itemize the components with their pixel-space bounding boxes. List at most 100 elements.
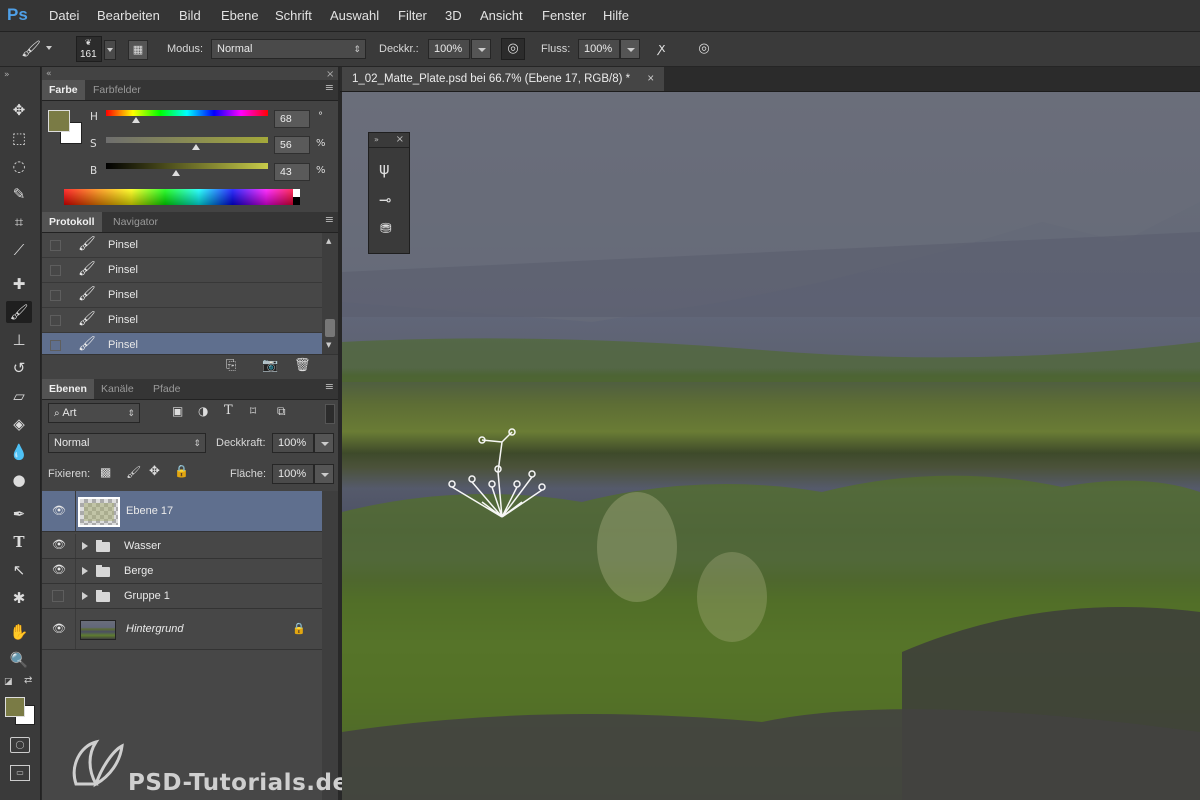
menu-auswahl[interactable]: Auswahl <box>330 0 379 31</box>
brush-size-box[interactable]: ❦ 161 <box>76 36 102 62</box>
tab-navigator[interactable]: Navigator <box>106 212 165 232</box>
shape-tool-icon[interactable]: ✱ <box>6 587 32 609</box>
layers-scrollbar[interactable] <box>322 491 338 800</box>
new-document-from-state-icon[interactable]: ⎘ <box>226 358 236 373</box>
eye-icon[interactable]: 👁 <box>52 564 66 576</box>
h-value-field[interactable]: 68 <box>274 110 310 128</box>
layer-opacity-field[interactable]: 100% <box>272 433 314 453</box>
lock-all-icon[interactable]: 🔒 <box>174 464 189 478</box>
filter-adjustment-icon[interactable]: ◑ <box>198 404 208 418</box>
eyedropper-tool-icon[interactable]: ⟋ <box>6 239 32 261</box>
collapse-arrows-icon[interactable]: » <box>4 70 10 80</box>
expand-triangle-icon[interactable] <box>82 542 88 550</box>
menu-datei[interactable]: Datei <box>49 0 79 31</box>
tab-farbfelder[interactable]: Farbfelder <box>86 80 148 100</box>
history-item[interactable]: 🖌 Pinsel <box>42 233 322 258</box>
quick-selection-tool-icon[interactable]: ✎ <box>6 183 32 205</box>
layer-row[interactable]: 👁 Hintergrund 🔒 <box>42 609 322 650</box>
filter-type-icon[interactable]: T <box>224 403 233 418</box>
menu-fenster[interactable]: Fenster <box>542 0 586 31</box>
screen-mode-icon[interactable]: ▭ <box>10 765 30 781</box>
opacity-dropdown[interactable] <box>471 39 491 59</box>
lasso-tool-icon[interactable]: ◌ <box>6 155 32 177</box>
menu-ansicht[interactable]: Ansicht <box>480 0 523 31</box>
layer-filter-select[interactable]: ⌕ Art ⇕ <box>48 403 140 423</box>
layer-opacity-dropdown[interactable] <box>314 433 334 453</box>
foreground-color-swatch[interactable] <box>48 110 70 132</box>
collapse-arrows-icon[interactable]: » <box>374 135 379 144</box>
b-value-field[interactable]: 43 <box>274 163 310 181</box>
trash-icon[interactable]: 🗑 <box>294 358 311 373</box>
filter-pixel-icon[interactable]: ▣ <box>172 404 183 418</box>
s-value-field[interactable]: 56 <box>274 136 310 154</box>
layer-row[interactable]: 👁 Wasser <box>42 534 322 559</box>
brush-size-dropdown[interactable] <box>104 40 116 60</box>
flow-field[interactable]: 100% <box>578 39 620 59</box>
dodge-tool-icon[interactable]: ● <box>6 469 32 491</box>
eye-icon[interactable]: 👁 <box>52 505 66 517</box>
brightness-slider[interactable] <box>106 163 268 169</box>
history-scrollbar[interactable]: ▲ ▼ <box>322 233 338 354</box>
menu-ebene[interactable]: Ebene <box>221 0 259 31</box>
brush-preset-icon[interactable]: 🖌 <box>20 38 42 60</box>
close-icon[interactable]: × <box>326 69 334 80</box>
scroll-down-icon[interactable]: ▼ <box>326 341 331 349</box>
close-icon[interactable]: × <box>647 73 654 85</box>
fill-dropdown[interactable] <box>314 464 334 484</box>
eye-icon[interactable]: 👁 <box>52 539 66 551</box>
history-item[interactable]: 🖌 Pinsel <box>42 283 322 308</box>
black-swatch[interactable] <box>293 197 300 205</box>
collapse-arrows-icon[interactable]: « <box>46 69 52 79</box>
clone-source-icon[interactable]: ⛃ <box>380 221 392 237</box>
saturation-slider-thumb[interactable] <box>192 144 200 150</box>
airbrush-icon[interactable]: ꭗ <box>651 39 673 59</box>
lock-image-icon[interactable]: 🖌 <box>126 465 141 479</box>
pen-tool-icon[interactable]: ✒ <box>6 503 32 525</box>
snapshot-source-checkbox[interactable] <box>50 265 61 276</box>
tab-ebenen[interactable]: Ebenen <box>42 379 94 399</box>
move-tool-icon[interactable]: ✥ <box>6 99 32 121</box>
hue-slider-thumb[interactable] <box>132 117 140 123</box>
menu-hilfe[interactable]: Hilfe <box>603 0 629 31</box>
mode-select[interactable]: Normal ⇕ <box>211 39 366 59</box>
fill-field[interactable]: 100% <box>272 464 314 484</box>
tab-kanaele[interactable]: Kanäle <box>94 379 141 399</box>
type-tool-icon[interactable]: T <box>6 531 32 553</box>
filter-shape-icon[interactable]: ⌑ <box>250 404 256 418</box>
snapshot-source-checkbox[interactable] <box>50 315 61 326</box>
menu-bearbeiten[interactable]: Bearbeiten <box>97 0 160 31</box>
scroll-thumb[interactable] <box>325 319 335 337</box>
eye-icon[interactable]: 👁 <box>52 623 66 635</box>
snapshot-source-checkbox[interactable] <box>50 240 61 251</box>
menu-3d[interactable]: 3D <box>445 0 462 31</box>
tab-pfade[interactable]: Pfade <box>146 379 187 399</box>
layer-row[interactable]: 👁 Berge <box>42 559 322 584</box>
tab-farbe[interactable]: Farbe <box>42 80 85 100</box>
hand-tool-icon[interactable]: ✋ <box>6 621 32 643</box>
color-ramp[interactable] <box>64 189 300 205</box>
expand-triangle-icon[interactable] <box>82 592 88 600</box>
paint-bucket-tool-icon[interactable]: ◈ <box>6 413 32 435</box>
stamp-tool-icon[interactable]: ⊥ <box>6 329 32 351</box>
brush-presets-icon[interactable]: ψ <box>379 159 390 178</box>
filter-smart-object-icon[interactable]: ⧉ <box>277 404 286 419</box>
swap-colors-icon[interactable]: ⇄ <box>24 675 32 686</box>
brush-panel-toggle-icon[interactable]: ▦ <box>128 40 148 60</box>
white-swatch[interactable] <box>293 189 300 197</box>
snapshot-source-checkbox[interactable] <box>50 290 61 301</box>
blend-mode-select[interactable]: Normal ⇕ <box>48 433 206 453</box>
layer-row[interactable]: Gruppe 1 <box>42 584 322 609</box>
lock-transparent-icon[interactable]: ▩ <box>100 465 111 479</box>
lock-position-icon[interactable]: ✥ <box>149 464 160 479</box>
zoom-tool-icon[interactable]: 🔍 <box>6 649 32 671</box>
document-canvas[interactable] <box>342 92 1200 800</box>
quick-mask-icon[interactable]: ◯ <box>10 737 30 753</box>
flow-dropdown[interactable] <box>620 39 640 59</box>
path-selection-tool-icon[interactable]: ↖ <box>6 559 32 581</box>
opacity-field[interactable]: 100% <box>428 39 470 59</box>
chevron-down-icon[interactable] <box>46 46 52 50</box>
document-tab[interactable]: 1_02_Matte_Plate.psd bei 66.7% (Ebene 17… <box>342 67 665 91</box>
saturation-slider[interactable] <box>106 137 268 143</box>
default-colors-icon[interactable]: ◪ <box>4 677 13 687</box>
brush-settings-icon[interactable]: ⊸ <box>379 191 392 209</box>
